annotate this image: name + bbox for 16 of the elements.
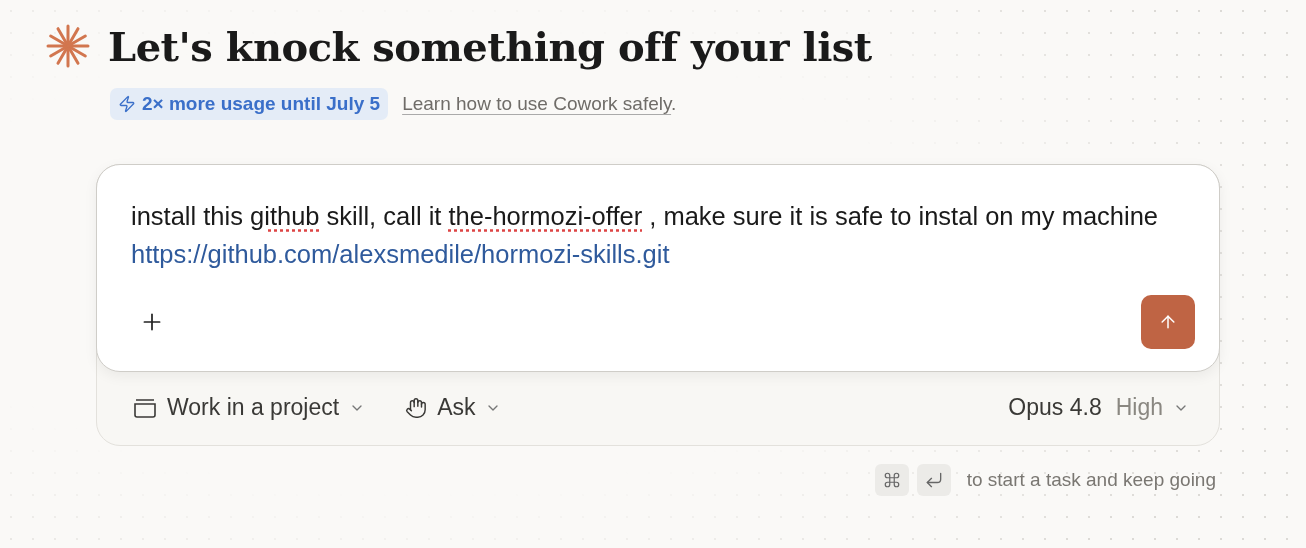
- usage-badge: 2× more usage until July 5: [110, 88, 389, 120]
- send-button[interactable]: [1141, 295, 1195, 349]
- model-dropdown[interactable]: Opus 4.8 High: [1008, 394, 1189, 421]
- prompt-text[interactable]: install this github skill, call it the-hormozi-offer , make sure it is safe to instal on my machine https://github.com/alexsmedile/hormozi-skills.git: [131, 197, 1195, 273]
- safety-note: Learn how to use Cowork safely.: [402, 93, 677, 115]
- url-link[interactable]: https://github.com/alexsmedile/hormozi-skills.git: [131, 240, 670, 268]
- page-title: Let's knock something off your list: [108, 22, 872, 70]
- mode-dropdown[interactable]: Ask: [405, 394, 502, 421]
- asterisk-logo-icon: [44, 22, 92, 70]
- safety-link[interactable]: Learn how to use Cowork safely: [402, 93, 672, 114]
- project-dropdown[interactable]: Work in a project: [133, 394, 366, 421]
- lightning-icon: [118, 95, 136, 113]
- hand-icon: [405, 396, 428, 419]
- command-icon: [882, 471, 901, 489]
- tray-icon: [133, 396, 157, 419]
- shortcut-hint: to start a task and keep going: [966, 469, 1216, 491]
